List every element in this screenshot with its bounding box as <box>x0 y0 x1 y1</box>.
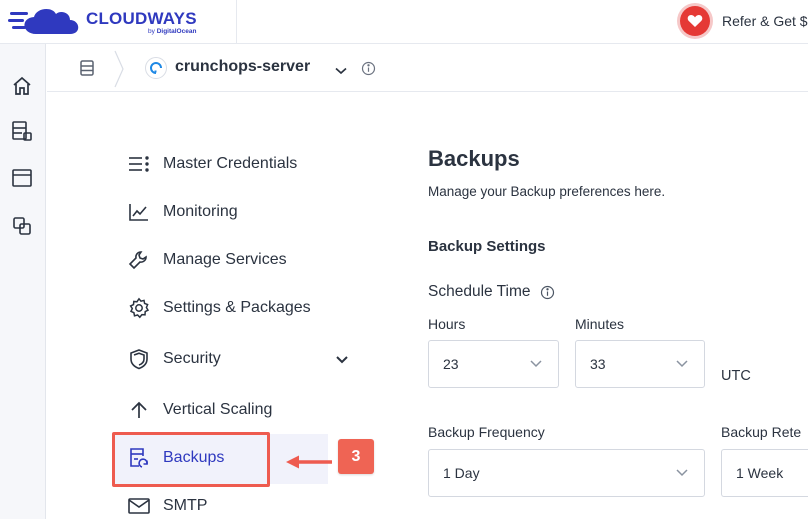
refer-button[interactable]: Refer & Get $ <box>680 6 808 36</box>
shield-icon <box>128 348 150 370</box>
arrow-up-icon <box>128 399 150 421</box>
menu-item-manage-services[interactable]: Manage Services <box>128 247 287 273</box>
brand-logo[interactable]: CLOUDWAYS by DigitalOcean <box>0 0 237 44</box>
section-title: Backup Settings <box>428 238 546 255</box>
menu-label: SMTP <box>163 497 208 514</box>
frequency-label: Backup Frequency <box>428 424 545 440</box>
retention-value: 1 Week <box>736 465 784 481</box>
schedule-time-label: Schedule Time <box>428 283 531 300</box>
menu-item-smtp[interactable]: SMTP <box>128 493 207 519</box>
refer-label: Refer & Get $ <box>722 13 808 29</box>
breadcrumb-separator-icon <box>113 49 125 94</box>
mail-icon <box>128 495 150 517</box>
menu-label: Vertical Scaling <box>163 401 273 418</box>
menu-item-settings-packages[interactable]: Settings & Packages <box>128 295 311 321</box>
menu-item-vertical-scaling[interactable]: Vertical Scaling <box>128 397 272 423</box>
chevron-down-icon <box>676 469 688 477</box>
brand-byline: by DigitalOcean <box>148 28 197 35</box>
menu-label: Settings & Packages <box>163 299 311 316</box>
chevron-down-icon <box>676 360 688 368</box>
menu-item-security[interactable]: Security <box>128 346 221 372</box>
servers-icon[interactable] <box>10 119 34 143</box>
applications-icon[interactable] <box>10 166 34 190</box>
top-header: CLOUDWAYS by DigitalOcean Refer & Get $ <box>0 0 808 44</box>
hours-label: Hours <box>428 316 466 332</box>
timezone-label: UTC <box>721 368 751 384</box>
hours-select[interactable]: 23 <box>428 340 559 388</box>
menu-item-master-credentials[interactable]: Master Credentials <box>128 151 297 177</box>
heart-icon <box>680 6 710 36</box>
page-description: Manage your Backup preferences here. <box>428 184 666 199</box>
info-icon[interactable] <box>361 61 376 81</box>
brand-name: CLOUDWAYS <box>86 9 197 28</box>
list-icon <box>128 153 150 175</box>
page-title: Backups <box>428 146 520 171</box>
wrench-icon <box>128 249 150 271</box>
frequency-value: 1 Day <box>443 465 480 481</box>
chevron-down-icon <box>530 360 542 368</box>
retention-select[interactable]: 1 Week <box>721 449 808 497</box>
server-name[interactable]: crunchops-server <box>175 58 310 76</box>
breadcrumb: crunchops-server <box>47 45 808 92</box>
highlight-box <box>112 432 270 487</box>
projects-icon[interactable] <box>10 214 34 238</box>
retention-label: Backup Rete <box>721 424 802 440</box>
minutes-select[interactable]: 33 <box>575 340 705 388</box>
chevron-down-icon[interactable] <box>335 62 347 80</box>
minutes-value: 33 <box>590 356 606 372</box>
server-list-icon[interactable] <box>78 59 96 82</box>
security-expand-chevron-icon[interactable] <box>335 352 349 370</box>
hours-value: 23 <box>443 356 459 372</box>
left-rail <box>0 44 46 519</box>
menu-item-monitoring[interactable]: Monitoring <box>128 199 238 225</box>
server-provider-icon <box>145 57 167 79</box>
menu-label: Manage Services <box>163 251 287 268</box>
frequency-select[interactable]: 1 Day <box>428 449 705 497</box>
menu-label: Security <box>163 350 221 367</box>
gear-icon <box>128 297 150 319</box>
minutes-label: Minutes <box>575 316 625 332</box>
chart-icon <box>128 201 150 223</box>
callout-arrow-icon <box>286 455 332 469</box>
step-badge: 3 <box>338 439 374 474</box>
info-icon[interactable] <box>540 285 555 300</box>
menu-label: Master Credentials <box>163 155 298 172</box>
cloud-logo-icon <box>8 8 79 34</box>
schedule-time-heading: Schedule Time <box>428 283 555 301</box>
menu-label: Monitoring <box>163 203 238 220</box>
home-icon[interactable] <box>10 74 34 98</box>
